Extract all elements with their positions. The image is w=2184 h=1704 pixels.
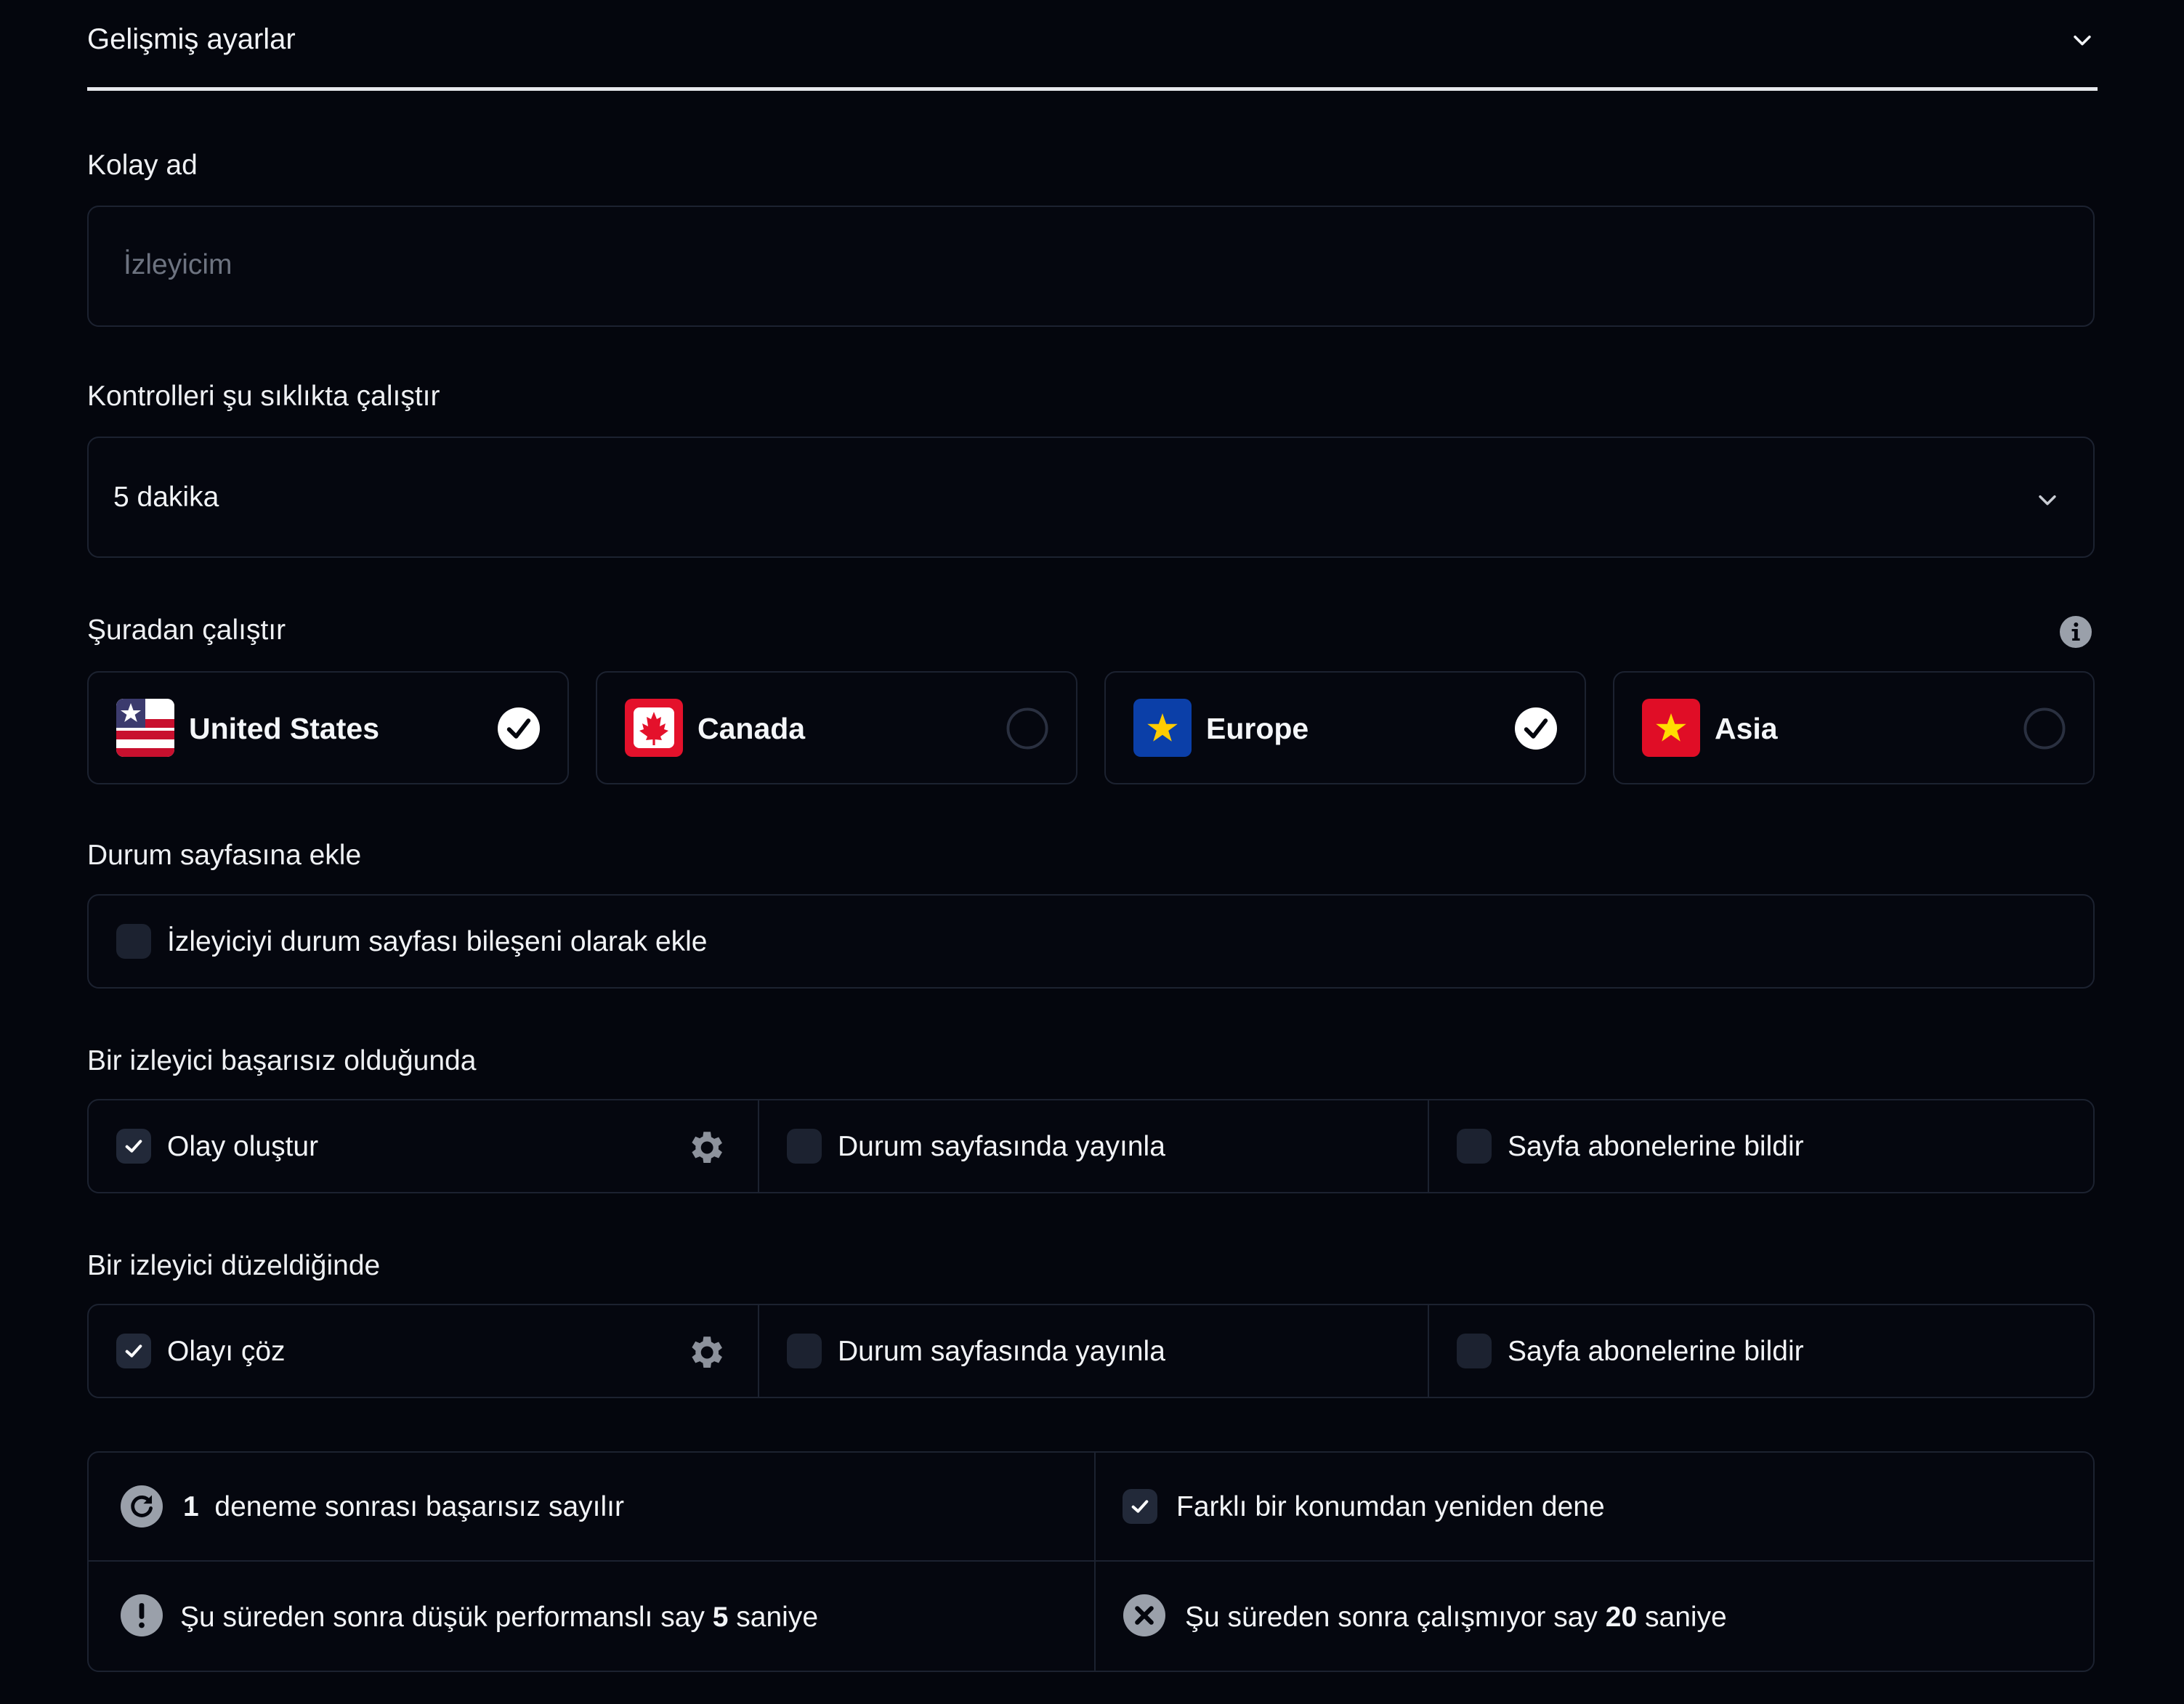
on-recover-options: Olayı çöz Durum sayfasında yayınla Sayfa… bbox=[87, 1304, 2095, 1398]
divider bbox=[1094, 1453, 1096, 1671]
chevron-down-icon bbox=[2039, 495, 2056, 506]
degraded-setting[interactable]: Şu süreden sonra düşük performanslı say … bbox=[180, 1602, 818, 1634]
accordion-title: Gelişmiş ayarlar bbox=[87, 23, 296, 55]
region-name: Asia bbox=[1715, 712, 1778, 745]
checked-circle-icon bbox=[1515, 707, 1557, 750]
notify-subscribers-option[interactable]: Sayfa abonelerine bildir bbox=[1428, 1099, 2095, 1193]
publish-status-page-checkbox[interactable] bbox=[787, 1129, 822, 1164]
frequency-label: Kontrolleri şu sıklıkta çalıştır bbox=[87, 381, 440, 412]
region-options: United States Canada Europe Asia bbox=[87, 671, 2095, 784]
frequency-select[interactable]: 5 dakika bbox=[87, 437, 2095, 558]
eu-flag-icon bbox=[1133, 699, 1192, 757]
retries-value[interactable]: 1 bbox=[183, 1491, 199, 1522]
create-incident-label: Olay oluştur bbox=[167, 1131, 319, 1162]
check-icon bbox=[125, 1344, 142, 1358]
x-circle-icon bbox=[1123, 1594, 1165, 1636]
resolve-incident-option[interactable]: Olayı çöz bbox=[87, 1304, 759, 1398]
frequency-selected-value: 5 dakika bbox=[113, 482, 219, 513]
monitor-settings-form: Gelişmiş ayarlar Kolay ad İzleyicim Kont… bbox=[87, 0, 2098, 1672]
publish-status-page-label: Durum sayfasında yayınla bbox=[838, 1131, 1165, 1162]
info-icon[interactable] bbox=[2058, 614, 2093, 649]
on-fail-options: Olay oluştur Durum sayfasında yayınla Sa… bbox=[87, 1099, 2095, 1193]
resolve-incident-label: Olayı çöz bbox=[167, 1336, 286, 1367]
regions-label: Şuradan çalıştır bbox=[87, 614, 286, 646]
status-page-checkbox-label: İzleyiciyi durum sayfası bileşeni olarak… bbox=[167, 926, 708, 957]
retries-setting[interactable]: 1 deneme sonrası başarısız sayılır bbox=[183, 1491, 624, 1523]
region-name: United States bbox=[189, 712, 379, 745]
advanced-settings-accordion[interactable]: Gelişmiş ayarlar bbox=[87, 0, 2098, 91]
create-incident-checkbox[interactable] bbox=[116, 1129, 151, 1164]
check-icon bbox=[1131, 1500, 1149, 1513]
unchecked-circle-icon bbox=[1006, 707, 1048, 750]
notify-subscribers-checkbox[interactable] bbox=[1457, 1334, 1492, 1368]
gear-icon[interactable] bbox=[684, 1331, 727, 1374]
degraded-unit: saniye bbox=[736, 1602, 819, 1633]
resolve-incident-checkbox[interactable] bbox=[116, 1334, 151, 1368]
region-name: Europe bbox=[1206, 712, 1309, 745]
check-icon bbox=[125, 1140, 142, 1153]
notify-subscribers-option[interactable]: Sayfa abonelerine bildir bbox=[1428, 1304, 2095, 1398]
publish-status-page-checkbox[interactable] bbox=[787, 1334, 822, 1368]
friendly-name-label: Kolay ad bbox=[87, 150, 198, 181]
down-unit: saniye bbox=[1645, 1602, 1727, 1633]
asia-flag-icon bbox=[1642, 699, 1700, 757]
on-fail-label: Bir izleyici başarısız olduğunda bbox=[87, 1045, 477, 1076]
gear-icon[interactable] bbox=[684, 1127, 727, 1169]
threshold-settings: 1 deneme sonrası başarısız sayılır Farkl… bbox=[87, 1451, 2095, 1672]
create-incident-option[interactable]: Olay oluştur bbox=[87, 1099, 759, 1193]
degraded-prefix: Şu süreden sonra düşük performanslı say bbox=[180, 1602, 705, 1633]
down-value[interactable]: 20 bbox=[1606, 1602, 1637, 1633]
region-name: Canada bbox=[697, 712, 806, 745]
publish-status-page-option[interactable]: Durum sayfasında yayınla bbox=[758, 1304, 1429, 1398]
exclamation-icon bbox=[121, 1594, 163, 1636]
degraded-value[interactable]: 5 bbox=[713, 1602, 729, 1633]
canada-flag-icon bbox=[625, 699, 683, 757]
chevron-down-icon bbox=[2074, 35, 2091, 46]
status-page-option[interactable]: İzleyiciyi durum sayfası bileşeni olarak… bbox=[87, 894, 2095, 989]
notify-subscribers-label: Sayfa abonelerine bildir bbox=[1508, 1131, 1804, 1162]
notify-subscribers-checkbox[interactable] bbox=[1457, 1129, 1492, 1164]
region-card-europe[interactable]: Europe bbox=[1104, 671, 1586, 784]
region-card-united-states[interactable]: United States bbox=[87, 671, 569, 784]
publish-status-page-label: Durum sayfasında yayınla bbox=[838, 1336, 1165, 1367]
us-flag-icon bbox=[116, 699, 174, 757]
notify-subscribers-label: Sayfa abonelerine bildir bbox=[1508, 1336, 1804, 1367]
region-card-asia[interactable]: Asia bbox=[1613, 671, 2095, 784]
status-page-label: Durum sayfasına ekle bbox=[87, 840, 362, 871]
publish-status-page-option[interactable]: Durum sayfasında yayınla bbox=[758, 1099, 1429, 1193]
retries-text: deneme sonrası başarısız sayılır bbox=[214, 1491, 624, 1522]
retry-icon bbox=[121, 1485, 163, 1527]
on-recover-label: Bir izleyici düzeldiğinde bbox=[87, 1250, 381, 1281]
down-prefix: Şu süreden sonra çalışmıyor say bbox=[1185, 1602, 1598, 1633]
divider bbox=[89, 1560, 2093, 1562]
region-card-canada[interactable]: Canada bbox=[596, 671, 1077, 784]
unchecked-circle-icon bbox=[2023, 707, 2066, 750]
retry-location-checkbox[interactable] bbox=[1123, 1489, 1157, 1524]
checked-circle-icon bbox=[498, 707, 540, 750]
down-setting[interactable]: Şu süreden sonra çalışmıyor say 20 saniy… bbox=[1185, 1602, 1727, 1634]
status-page-checkbox[interactable] bbox=[116, 924, 151, 959]
friendly-name-placeholder: İzleyicim bbox=[124, 249, 232, 280]
retry-location-label: Farklı bir konumdan yeniden dene bbox=[1176, 1491, 1605, 1522]
friendly-name-input[interactable]: İzleyicim bbox=[87, 206, 2095, 327]
